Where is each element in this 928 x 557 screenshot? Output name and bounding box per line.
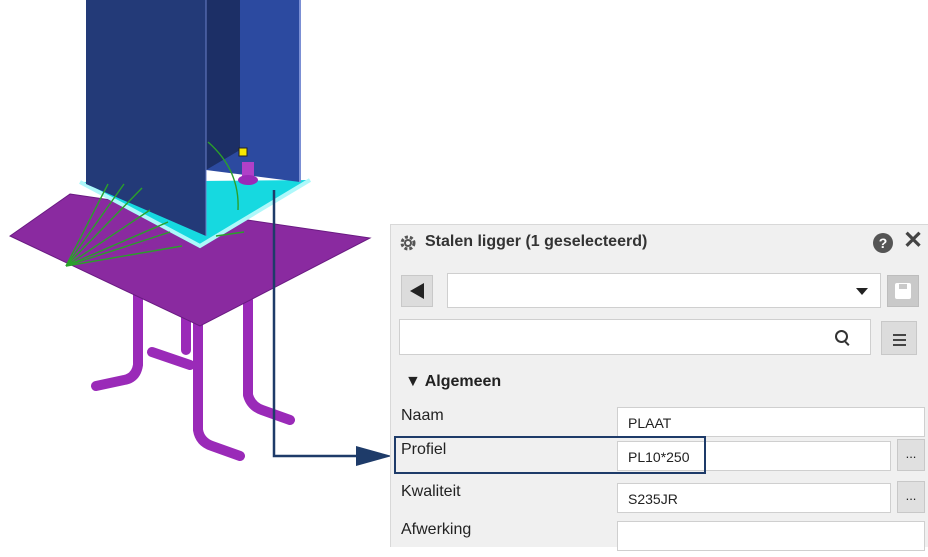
profiel-browse-button[interactable]: ...	[897, 439, 925, 471]
property-label: Afwerking	[401, 521, 472, 538]
panel-header: Stalen ligger (1 geselecteerd) ? ✕	[391, 225, 928, 261]
help-icon[interactable]: ?	[873, 233, 893, 253]
property-label: Naam	[401, 407, 444, 424]
property-label: Kwaliteit	[401, 483, 461, 500]
save-icon	[895, 283, 911, 299]
profiel-highlight-box	[394, 436, 706, 474]
kwaliteit-field[interactable]: S235JR	[617, 483, 891, 513]
save-button[interactable]	[887, 275, 919, 307]
properties-panel: Stalen ligger (1 geselecteerd) ? ✕ ▼ Alg…	[390, 224, 928, 551]
gear-icon[interactable]	[399, 234, 417, 252]
anchor-rod	[91, 287, 143, 391]
back-button[interactable]	[401, 275, 433, 307]
kwaliteit-browse-button[interactable]: ...	[897, 481, 925, 513]
preset-dropdown[interactable]	[447, 273, 881, 308]
panel-title: Stalen ligger (1 geselecteerd)	[425, 233, 648, 250]
anchor-rod	[193, 313, 245, 461]
property-row-afwerking: Afwerking	[391, 521, 928, 557]
search-icon	[835, 330, 848, 343]
search-input[interactable]	[399, 319, 871, 355]
close-icon[interactable]: ✕	[903, 229, 923, 253]
naam-field[interactable]: PLAAT	[617, 407, 925, 437]
section-algemeen[interactable]: ▼ Algemeen	[405, 373, 501, 391]
chevron-down-icon	[856, 288, 868, 295]
property-row-kwaliteit: Kwaliteit S235JR ...	[391, 481, 928, 519]
afwerking-field[interactable]	[617, 521, 925, 551]
menu-button[interactable]	[881, 321, 917, 355]
anchor-rod	[243, 295, 295, 425]
